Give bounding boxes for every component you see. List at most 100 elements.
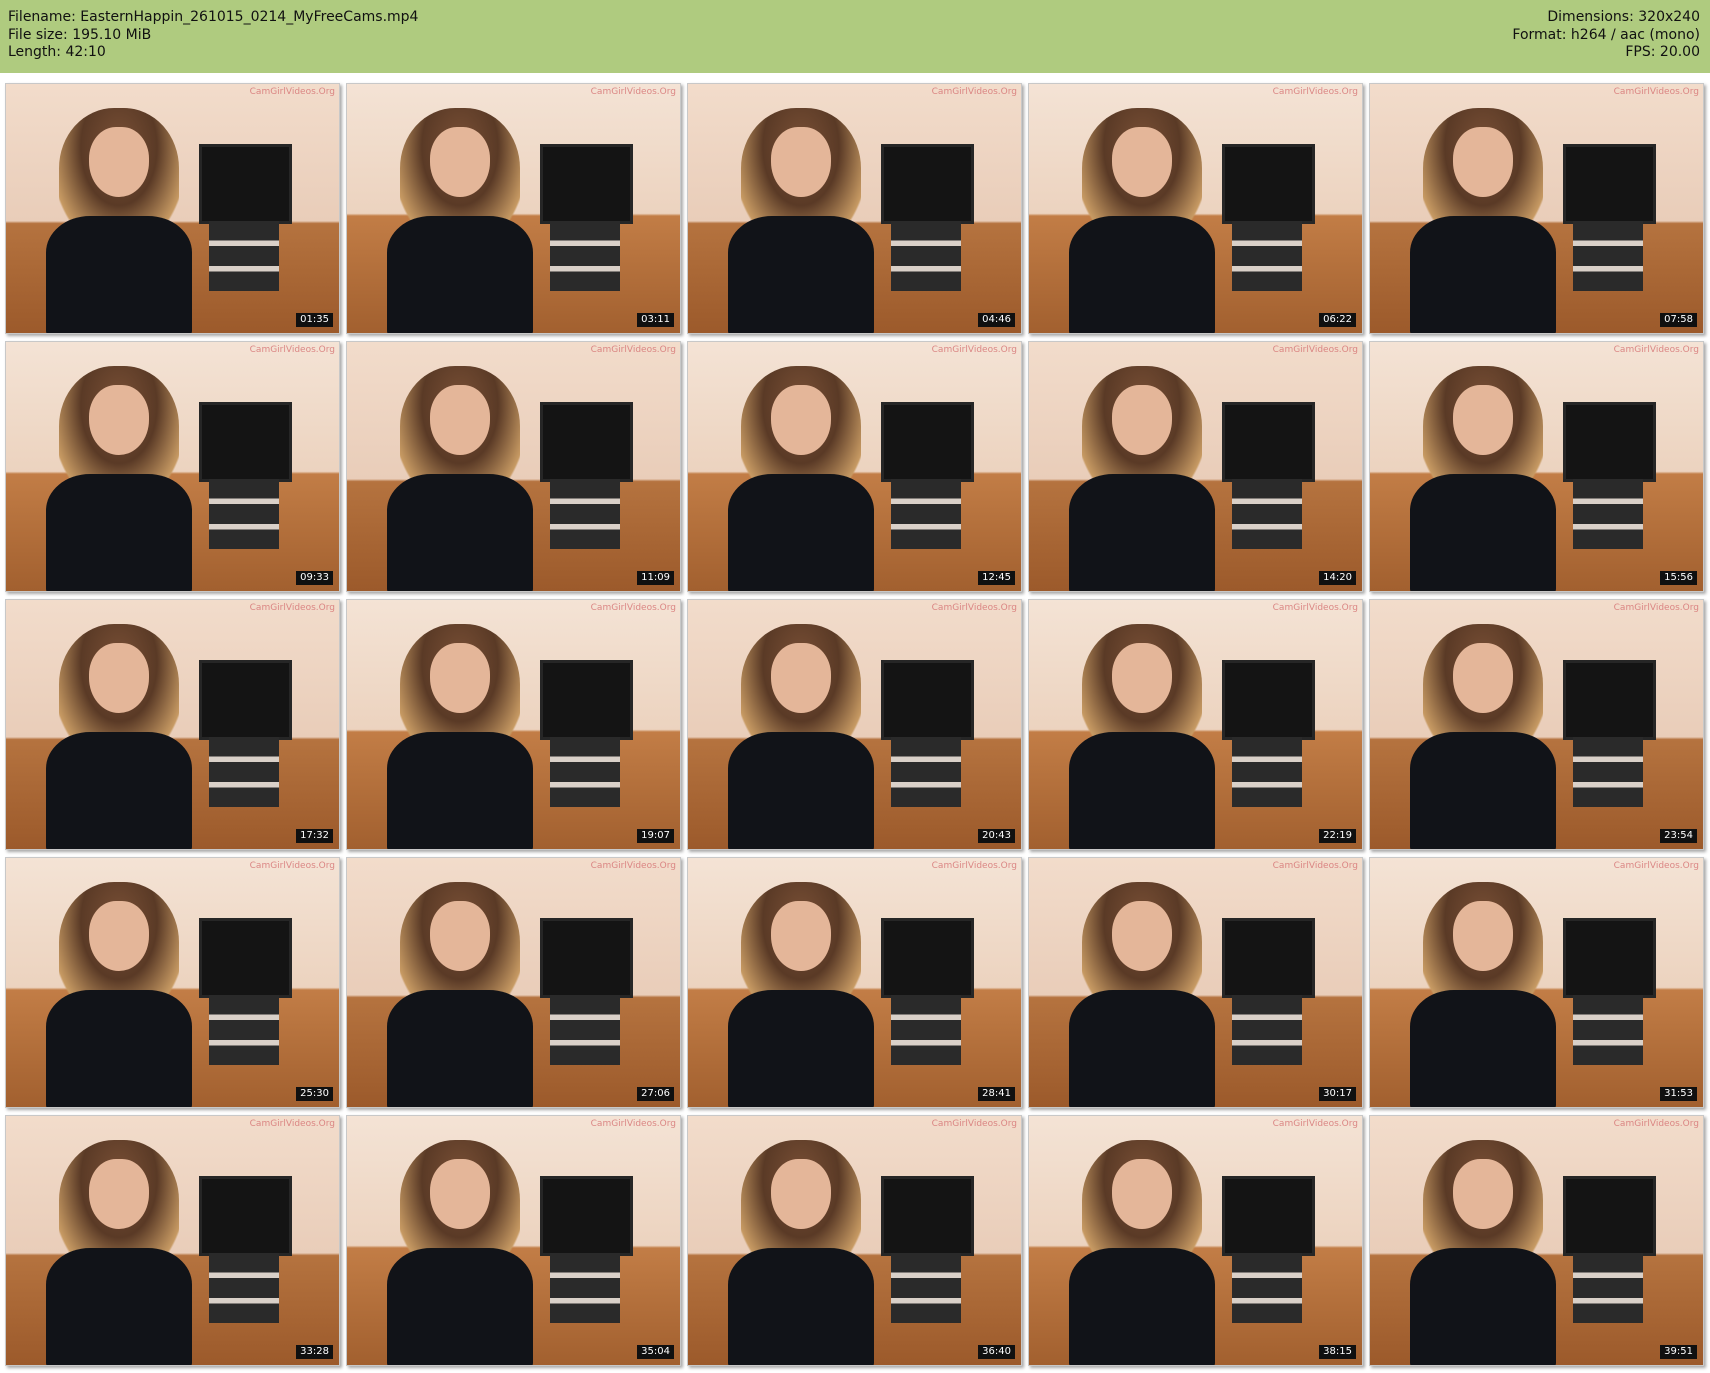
person-figure (377, 873, 544, 1107)
figure-face (430, 643, 491, 714)
filename-text: Filename: EasternHappin_261015_0214_MyFr… (8, 9, 419, 25)
figure-face (1112, 1159, 1173, 1230)
video-thumbnail[interactable]: CamGirlVideos.Org 36:40 (687, 1115, 1022, 1366)
watermark-text: CamGirlVideos.Org (1272, 345, 1358, 355)
tv-screen-shape (1563, 401, 1656, 483)
video-thumbnail[interactable]: CamGirlVideos.Org 27:06 (346, 857, 681, 1108)
figure-dress (386, 989, 534, 1107)
video-thumbnail[interactable]: CamGirlVideos.Org 03:11 (346, 83, 681, 334)
video-thumbnail[interactable]: CamGirlVideos.Org 22:19 (1028, 599, 1363, 850)
watermark-text: CamGirlVideos.Org (590, 1119, 676, 1129)
person-figure (1059, 873, 1226, 1107)
person-figure (718, 99, 885, 333)
video-thumbnail[interactable]: CamGirlVideos.Org 38:15 (1028, 1115, 1363, 1366)
video-thumbnail[interactable]: CamGirlVideos.Org 06:22 (1028, 83, 1363, 334)
timestamp-label: 27:06 (637, 1087, 674, 1101)
timestamp-label: 35:04 (637, 1345, 674, 1359)
video-thumbnail[interactable]: CamGirlVideos.Org 15:56 (1369, 341, 1704, 592)
video-thumbnail[interactable]: CamGirlVideos.Org 33:28 (5, 1115, 340, 1366)
figure-face (771, 901, 832, 972)
tv-screen-shape (881, 401, 974, 483)
figure-dress (1409, 989, 1557, 1107)
tv-screen-shape (199, 917, 292, 999)
video-thumbnail[interactable]: CamGirlVideos.Org 04:46 (687, 83, 1022, 334)
figure-dress (1409, 215, 1557, 333)
person-figure (1059, 615, 1226, 849)
figure-dress (1068, 473, 1216, 591)
tv-stand-shape (891, 994, 962, 1065)
video-thumbnail[interactable]: CamGirlVideos.Org 14:20 (1028, 341, 1363, 592)
figure-face (1112, 643, 1173, 714)
tv-screen-shape (1563, 917, 1656, 999)
tv-stand-shape (1573, 1252, 1644, 1323)
video-thumbnail[interactable]: CamGirlVideos.Org 09:33 (5, 341, 340, 592)
tv-stand-shape (1232, 994, 1303, 1065)
tv-stand-shape (550, 994, 621, 1065)
tv-screen-shape (1563, 1175, 1656, 1257)
figure-dress (727, 215, 875, 333)
video-thumbnail[interactable]: CamGirlVideos.Org 31:53 (1369, 857, 1704, 1108)
person-figure (377, 357, 544, 591)
person-figure (36, 99, 203, 333)
timestamp-label: 30:17 (1319, 1087, 1356, 1101)
tv-stand-shape (209, 994, 280, 1065)
tv-screen-shape (881, 1175, 974, 1257)
video-thumbnail[interactable]: CamGirlVideos.Org 01:35 (5, 83, 340, 334)
video-thumbnail[interactable]: CamGirlVideos.Org 35:04 (346, 1115, 681, 1366)
figure-dress (45, 989, 193, 1107)
watermark-text: CamGirlVideos.Org (249, 87, 335, 97)
tv-stand-shape (891, 478, 962, 549)
timestamp-label: 14:20 (1319, 571, 1356, 585)
watermark-text: CamGirlVideos.Org (1613, 861, 1699, 871)
video-thumbnail[interactable]: CamGirlVideos.Org 30:17 (1028, 857, 1363, 1108)
figure-face (771, 385, 832, 456)
figure-dress (386, 215, 534, 333)
tv-stand-shape (1573, 478, 1644, 549)
watermark-text: CamGirlVideos.Org (1272, 1119, 1358, 1129)
video-thumbnail[interactable]: CamGirlVideos.Org 12:45 (687, 341, 1022, 592)
figure-dress (727, 989, 875, 1107)
watermark-text: CamGirlVideos.Org (931, 861, 1017, 871)
video-thumbnail[interactable]: CamGirlVideos.Org 07:58 (1369, 83, 1704, 334)
figure-dress (386, 473, 534, 591)
tv-screen-shape (540, 1175, 633, 1257)
figure-dress (727, 473, 875, 591)
figure-dress (1068, 731, 1216, 849)
tv-screen-shape (1222, 143, 1315, 225)
tv-screen-shape (199, 143, 292, 225)
tv-stand-shape (550, 478, 621, 549)
watermark-text: CamGirlVideos.Org (1272, 861, 1358, 871)
tv-screen-shape (540, 143, 633, 225)
person-figure (377, 615, 544, 849)
video-thumbnail[interactable]: CamGirlVideos.Org 17:32 (5, 599, 340, 850)
timestamp-label: 11:09 (637, 571, 674, 585)
video-thumbnail[interactable]: CamGirlVideos.Org 20:43 (687, 599, 1022, 850)
tv-screen-shape (1222, 401, 1315, 483)
timestamp-label: 15:56 (1660, 571, 1697, 585)
watermark-text: CamGirlVideos.Org (249, 1119, 335, 1129)
person-figure (1400, 357, 1567, 591)
length-text: Length: 42:10 (8, 44, 106, 60)
figure-face (430, 901, 491, 972)
figure-face (430, 1159, 491, 1230)
video-thumbnail[interactable]: CamGirlVideos.Org 25:30 (5, 857, 340, 1108)
figure-face (1112, 901, 1173, 972)
video-thumbnail[interactable]: CamGirlVideos.Org 23:54 (1369, 599, 1704, 850)
tv-stand-shape (1232, 220, 1303, 291)
timestamp-label: 31:53 (1660, 1087, 1697, 1101)
video-thumbnail[interactable]: CamGirlVideos.Org 28:41 (687, 857, 1022, 1108)
tv-stand-shape (209, 220, 280, 291)
figure-dress (45, 1247, 193, 1365)
video-thumbnail[interactable]: CamGirlVideos.Org 39:51 (1369, 1115, 1704, 1366)
video-thumbnail[interactable]: CamGirlVideos.Org 11:09 (346, 341, 681, 592)
tv-screen-shape (199, 401, 292, 483)
watermark-text: CamGirlVideos.Org (931, 1119, 1017, 1129)
video-thumbnail[interactable]: CamGirlVideos.Org 19:07 (346, 599, 681, 850)
fps-text: FPS: 20.00 (1625, 44, 1700, 60)
figure-dress (1409, 731, 1557, 849)
timestamp-label: 19:07 (637, 829, 674, 843)
tv-screen-shape (881, 659, 974, 741)
person-figure (1400, 873, 1567, 1107)
figure-dress (727, 731, 875, 849)
figure-dress (1409, 1247, 1557, 1365)
